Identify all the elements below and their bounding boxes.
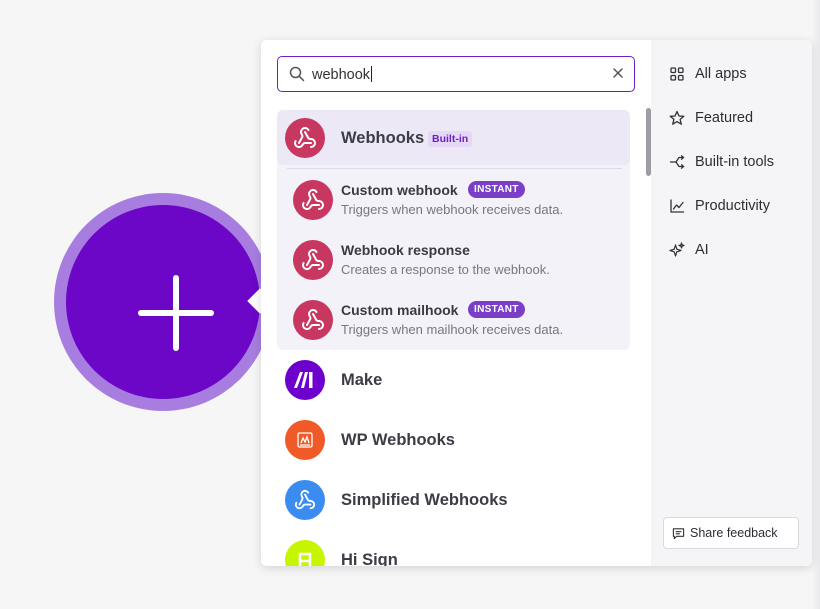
app-name: Hi Sign xyxy=(341,551,398,566)
trend-icon xyxy=(670,199,685,213)
module-picker-popup: webhook Webhooks Built-in Custom webhook… xyxy=(261,40,812,566)
hi-sign-icon xyxy=(285,540,325,566)
webhook-icon xyxy=(285,118,325,158)
group-title: Webhooks xyxy=(341,129,425,147)
category-label: AI xyxy=(695,242,709,258)
canvas-edge xyxy=(812,0,820,609)
category-all-apps[interactable]: All apps xyxy=(669,64,747,84)
built-in-badge: Built-in xyxy=(428,131,473,147)
module-description: Triggers when mailhook receives data. xyxy=(341,322,564,337)
webhook-icon xyxy=(293,240,333,280)
category-label: Featured xyxy=(695,110,754,126)
search-box[interactable]: webhook xyxy=(277,56,635,92)
module-title: Custom mailhook xyxy=(341,302,459,318)
wp-webhooks-icon xyxy=(285,420,325,460)
results-pane: webhook Webhooks Built-in Custom webhook… xyxy=(261,40,651,566)
search-icon xyxy=(289,66,305,82)
category-productivity[interactable]: Productivity xyxy=(669,196,770,216)
module-title: Custom webhook xyxy=(341,182,458,198)
category-label: Built-in tools xyxy=(695,154,774,170)
category-label: All apps xyxy=(695,66,747,82)
group-divider xyxy=(287,168,622,169)
app-name: Make xyxy=(341,371,383,389)
add-module-bubble[interactable] xyxy=(54,193,272,411)
feedback-icon xyxy=(672,527,685,539)
share-feedback-button[interactable]: Share feedback xyxy=(663,517,799,549)
module-description: Creates a response to the webhook. xyxy=(341,262,550,277)
sparkle-icon xyxy=(669,242,685,257)
grid-icon xyxy=(670,67,684,81)
category-label: Productivity xyxy=(695,198,770,214)
webhook-icon xyxy=(293,300,333,340)
webhooks-group: Webhooks Built-in Custom webhook INSTANT… xyxy=(277,110,630,350)
app-name: Simplified Webhooks xyxy=(341,491,508,509)
instant-badge: INSTANT xyxy=(468,181,525,198)
category-built-in-tools[interactable]: Built-in tools xyxy=(669,152,774,172)
webhook-icon xyxy=(293,180,333,220)
share-feedback-label: Share feedback xyxy=(690,526,778,540)
search-input[interactable]: webhook xyxy=(312,66,372,83)
module-title: Webhook response xyxy=(341,242,470,258)
category-featured[interactable]: Featured xyxy=(669,108,753,128)
webhooks-app-row[interactable]: Webhooks Built-in xyxy=(277,110,630,165)
clear-search-icon[interactable] xyxy=(610,65,626,81)
app-name: WP Webhooks xyxy=(341,431,455,449)
plus-icon-vertical xyxy=(173,275,179,351)
add-module-button[interactable] xyxy=(66,205,260,399)
branch-icon xyxy=(669,155,685,169)
star-icon xyxy=(669,110,685,125)
category-sidebar: All apps Featured Built-in tools Product… xyxy=(651,40,812,566)
instant-badge: INSTANT xyxy=(468,301,525,318)
category-ai[interactable]: AI xyxy=(669,240,709,260)
make-icon xyxy=(285,360,325,400)
webhook-icon xyxy=(285,480,325,520)
module-description: Triggers when webhook receives data. xyxy=(341,202,564,217)
